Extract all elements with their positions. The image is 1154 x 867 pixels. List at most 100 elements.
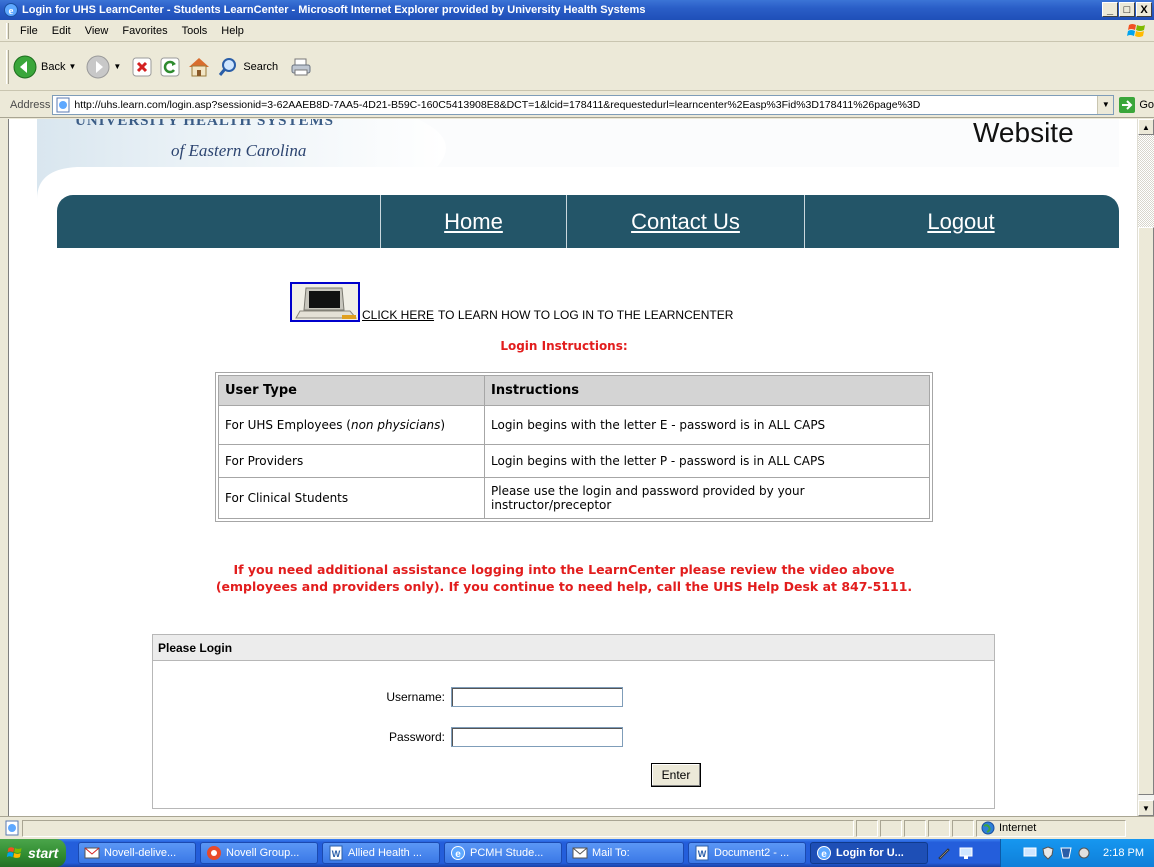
page-status-icon xyxy=(5,820,19,836)
user-type-cell: For Providers xyxy=(218,444,485,478)
back-button[interactable]: Back ▼ xyxy=(13,55,80,79)
menu-file[interactable]: File xyxy=(13,25,45,37)
org-name-top: UNIVERSITY HEALTH SYSTEMS xyxy=(75,119,334,129)
go-button[interactable]: Go xyxy=(1118,96,1154,114)
tray-volume-icon[interactable] xyxy=(1077,846,1091,860)
page-icon xyxy=(56,97,70,112)
print-button[interactable] xyxy=(290,56,312,78)
windows-flag-icon xyxy=(6,847,22,858)
network-icon[interactable] xyxy=(958,845,974,861)
help-message-line2: (employees and providers only). If you c… xyxy=(215,579,913,594)
refresh-button[interactable] xyxy=(159,56,181,78)
taskbar-item[interactable]: Mail To: xyxy=(566,842,684,864)
start-button[interactable]: start xyxy=(0,839,66,867)
menu-favorites[interactable]: Favorites xyxy=(115,25,174,37)
taskbar-item-label: Novell Group... xyxy=(226,847,300,859)
back-arrow-icon xyxy=(13,55,37,78)
svg-text:e: e xyxy=(455,849,461,860)
search-button[interactable]: Search xyxy=(217,56,278,78)
user-type-cell: For UHS Employees (non physicians) xyxy=(218,405,485,445)
window-title: Login for UHS LearnCenter - Students Lea… xyxy=(22,4,646,16)
howto-row: CLICK HERE TO LEARN HOW TO LOG IN TO THE… xyxy=(290,282,733,322)
status-bar: Internet xyxy=(0,816,1154,839)
address-bar: Address http://uhs.learn.com/login.asp?s… xyxy=(0,92,1154,118)
tray-security-icon[interactable] xyxy=(1041,846,1055,860)
status-panel xyxy=(952,819,974,837)
nav-home-link[interactable]: Home xyxy=(381,195,567,248)
menu-edit[interactable]: Edit xyxy=(45,25,78,37)
forward-button[interactable]: ▼ xyxy=(86,55,125,79)
taskbar-item[interactable]: Novell Group... xyxy=(200,842,318,864)
video-thumbnail[interactable] xyxy=(290,282,360,322)
scroll-up-icon[interactable]: ▲ xyxy=(1138,119,1154,135)
clock[interactable]: 2:18 PM xyxy=(1103,847,1144,859)
word-document-icon: W xyxy=(329,845,343,861)
address-label: Address xyxy=(10,98,51,111)
username-row: Username: xyxy=(363,687,623,707)
password-row: Password: xyxy=(363,727,623,747)
pen-tool-icon[interactable] xyxy=(936,845,952,861)
svg-text:e: e xyxy=(9,5,14,17)
svg-text:e: e xyxy=(821,849,827,860)
user-type-cell: For Clinical Students xyxy=(218,477,485,519)
address-input[interactable]: http://uhs.learn.com/login.asp?sessionid… xyxy=(52,94,1115,115)
instructions-cell: Login begins with the letter P - passwor… xyxy=(484,444,930,478)
taskbar-item-label: Mail To: xyxy=(592,847,630,859)
toolbar-grip[interactable] xyxy=(6,22,9,39)
taskbar-item-active[interactable]: e Login for U... xyxy=(810,842,928,864)
taskbar-item[interactable]: W Allied Health ... xyxy=(322,842,440,864)
org-name: of Eastern Carolina xyxy=(171,141,307,160)
scroll-track[interactable] xyxy=(1138,135,1154,227)
taskbar-item-label: PCMH Stude... xyxy=(470,847,544,859)
system-tray: 2:18 PM xyxy=(1000,839,1154,867)
instructions-cell: Please use the login and password provid… xyxy=(484,477,930,519)
taskbar-item[interactable]: W Document2 - ... xyxy=(688,842,806,864)
back-label: Back xyxy=(41,60,66,73)
window-title-bar[interactable]: e Login for UHS LearnCenter - Students L… xyxy=(0,0,1154,20)
tray-monitor-icon[interactable] xyxy=(1023,846,1037,860)
address-url: http://uhs.learn.com/login.asp?sessionid… xyxy=(74,98,921,111)
vertical-scrollbar[interactable]: ▲ ▼ xyxy=(1137,119,1154,816)
forward-dropdown-icon[interactable]: ▼ xyxy=(113,62,121,71)
click-here-link[interactable]: CLICK HERE xyxy=(362,308,434,322)
internet-explorer-icon: e xyxy=(451,846,465,860)
nav-logout-link[interactable]: Logout xyxy=(805,195,1117,248)
menu-view[interactable]: View xyxy=(78,25,116,37)
scroll-thumb[interactable] xyxy=(1138,227,1154,795)
menu-tools[interactable]: Tools xyxy=(175,25,215,37)
nav-contact-link[interactable]: Contact Us xyxy=(567,195,805,248)
status-panel xyxy=(928,819,950,837)
windows-logo-icon xyxy=(1127,24,1145,37)
taskbar-item[interactable]: Novell-delive... xyxy=(78,842,196,864)
tray-antivirus-icon[interactable] xyxy=(1059,846,1073,860)
address-dropdown-icon[interactable]: ▼ xyxy=(1097,95,1114,114)
minimize-button[interactable]: _ xyxy=(1102,2,1118,17)
taskbar: start Novell-delive... Novell Group... W… xyxy=(0,839,1154,867)
close-button[interactable]: X xyxy=(1136,2,1152,17)
username-field[interactable] xyxy=(451,687,623,707)
search-icon xyxy=(219,57,237,76)
menu-help[interactable]: Help xyxy=(214,25,251,37)
password-label: Password: xyxy=(388,730,445,744)
scroll-down-icon[interactable]: ▼ xyxy=(1138,800,1154,816)
password-field[interactable] xyxy=(451,727,623,747)
novell-delivery-icon xyxy=(84,847,100,859)
refresh-icon xyxy=(160,57,180,76)
page-viewport: UNIVERSITY HEALTH SYSTEMS of Eastern Car… xyxy=(8,119,1137,816)
search-label: Search xyxy=(243,60,279,73)
status-text-panel xyxy=(22,819,854,837)
username-label: Username: xyxy=(386,690,445,704)
toolbar-grip[interactable] xyxy=(6,49,9,84)
instructions-cell: Login begins with the letter E - passwor… xyxy=(484,405,930,445)
home-icon xyxy=(189,57,210,76)
status-panel xyxy=(880,819,902,837)
maximize-button[interactable]: □ xyxy=(1119,2,1135,17)
home-button[interactable] xyxy=(187,56,211,78)
taskbar-item[interactable]: e PCMH Stude... xyxy=(444,842,562,864)
enter-button[interactable]: Enter xyxy=(651,763,701,787)
status-panel xyxy=(904,819,926,837)
taskbar-item-label: Login for U... xyxy=(836,847,904,859)
back-dropdown-icon[interactable]: ▼ xyxy=(68,62,76,71)
table-row: For UHS Employees (non physicians) Login… xyxy=(218,405,930,445)
stop-button[interactable] xyxy=(131,56,153,78)
